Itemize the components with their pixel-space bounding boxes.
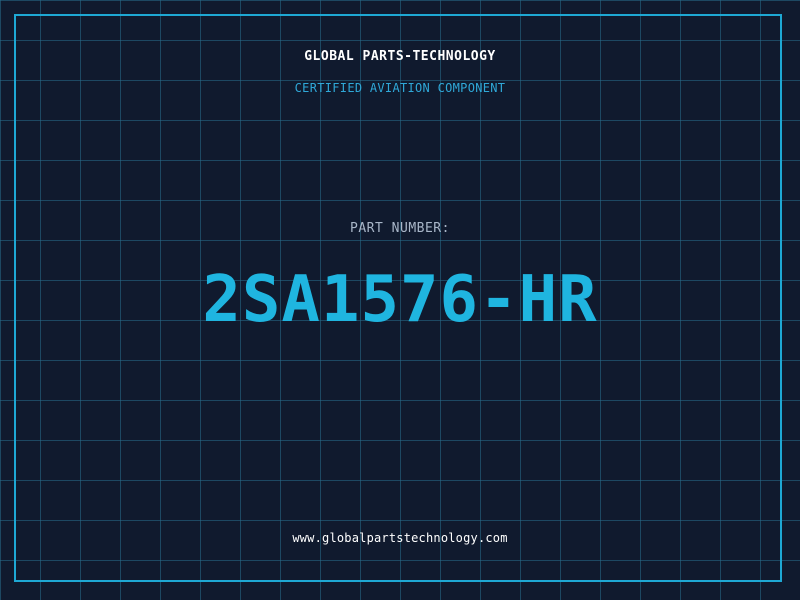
part-number-value: 2SA1576-HR bbox=[202, 263, 598, 337]
website-url: www.globalpartstechnology.com bbox=[292, 531, 508, 545]
label-canvas: GLOBAL PARTS-TECHNOLOGY CERTIFIED AVIATI… bbox=[0, 0, 800, 600]
company-name: GLOBAL PARTS-TECHNOLOGY bbox=[304, 49, 496, 64]
tagline: CERTIFIED AVIATION COMPONENT bbox=[294, 81, 506, 95]
part-number-label: PART NUMBER: bbox=[350, 221, 450, 236]
